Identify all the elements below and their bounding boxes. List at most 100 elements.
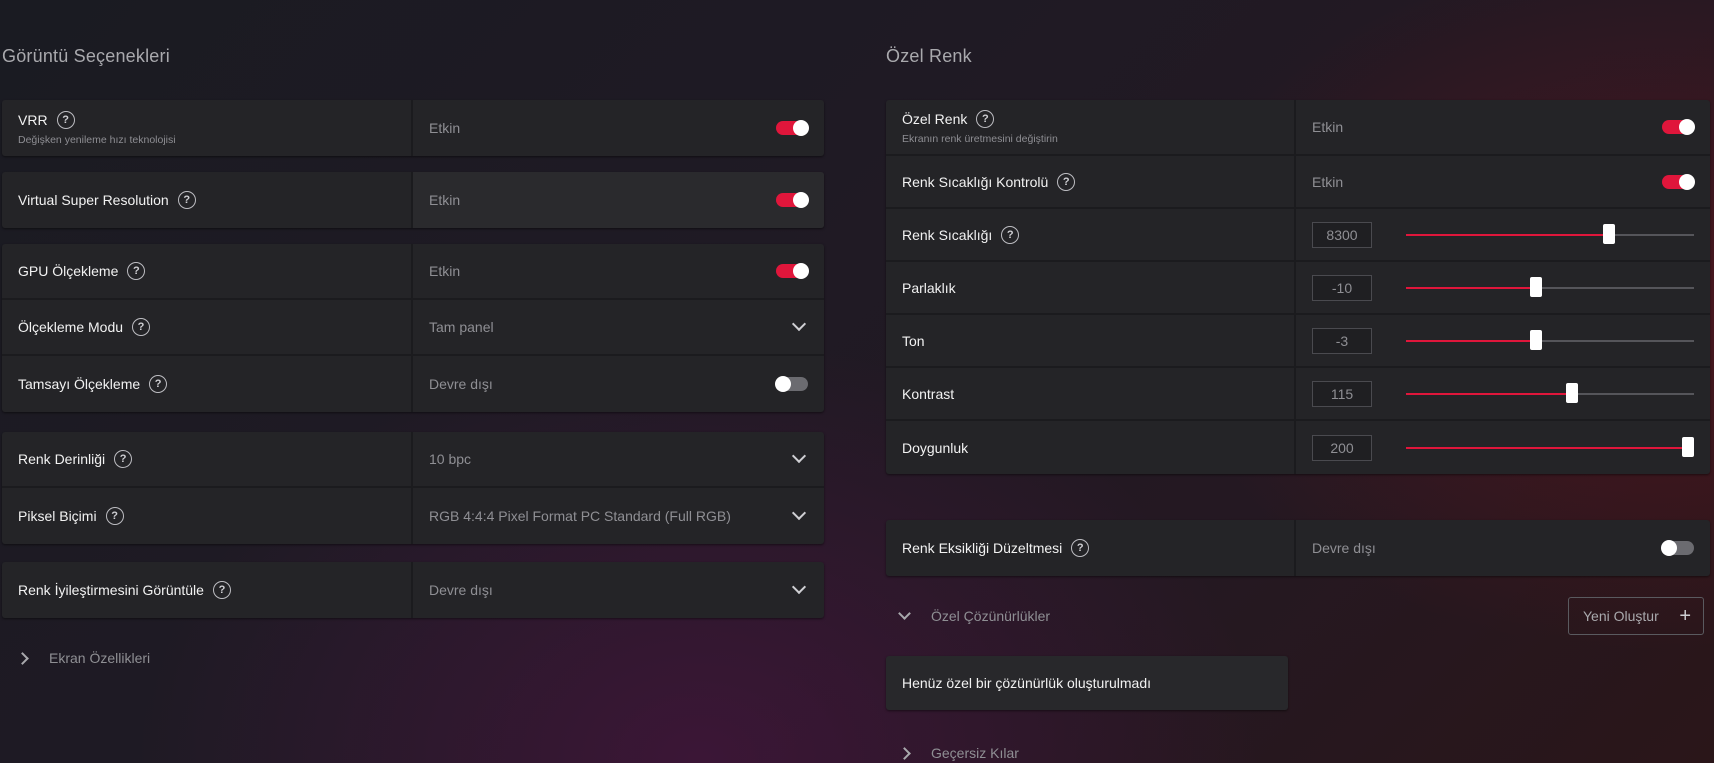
scaling-mode-value: Tam panel xyxy=(429,319,494,335)
saturation-input[interactable]: 200 xyxy=(1312,434,1372,461)
gpu-scaling-value: Etkin xyxy=(429,263,461,279)
empty-resolutions-message: Henüz özel bir çözünürlük oluşturulmadı xyxy=(886,656,1288,710)
hue-input[interactable]: -3 xyxy=(1312,327,1372,354)
color-enhance-label: Renk İyileştirmesini Görüntüle xyxy=(18,582,204,598)
create-new-label: Yeni Oluştur xyxy=(1583,608,1659,624)
saturation-label: Doygunluk xyxy=(902,439,969,456)
chevron-down-icon xyxy=(898,607,911,620)
color-enhance-dropdown[interactable]: Devre dışı xyxy=(413,562,824,618)
scaling-card: GPU Ölçekleme ? Etkin Ölçekleme Modu ? T… xyxy=(2,244,824,412)
color-temperature-input[interactable]: 8300 xyxy=(1312,221,1372,248)
vrr-row: VRR ? Değişken yenileme hızı teknolojisi… xyxy=(2,100,824,156)
hue-label: Ton xyxy=(902,332,925,349)
vsr-row: Virtual Super Resolution ? Etkin xyxy=(2,172,824,228)
gpu-scaling-toggle[interactable] xyxy=(776,263,809,279)
help-icon[interactable]: ? xyxy=(132,318,151,336)
scaling-mode-row[interactable]: Ölçekleme Modu ? Tam panel xyxy=(2,300,824,356)
help-icon[interactable]: ? xyxy=(976,109,995,128)
vsr-card: Virtual Super Resolution ? Etkin xyxy=(2,172,824,228)
gpu-scaling-label: GPU Ölçekleme xyxy=(18,263,119,279)
create-new-button[interactable]: Yeni Oluştur + xyxy=(1568,597,1704,635)
display-specs-label: Ekran Özellikleri xyxy=(49,650,151,666)
hue-slider[interactable] xyxy=(1406,329,1694,350)
help-icon[interactable]: ? xyxy=(114,450,133,468)
chevron-down-icon[interactable] xyxy=(791,316,807,332)
help-icon[interactable]: ? xyxy=(1001,225,1020,244)
brightness-input[interactable]: -10 xyxy=(1312,274,1372,301)
integer-scaling-value: Devre dışı xyxy=(429,376,493,392)
chevron-down-icon[interactable] xyxy=(791,505,807,521)
help-icon[interactable]: ? xyxy=(1057,172,1076,191)
vsr-value: Etkin xyxy=(429,192,461,208)
color-enhance-card: Renk İyileştirmesini Görüntüle ? Devre d… xyxy=(2,562,824,618)
color-depth-row[interactable]: Renk Derinliği ? 10 bpc xyxy=(2,432,824,488)
pixel-format-value: RGB 4:4:4 Pixel Format PC Standard (Full… xyxy=(429,508,731,524)
custom-color-row: Özel Renk ? Ekranın renk üretmesini deği… xyxy=(886,100,1710,156)
chevron-right-icon xyxy=(898,746,911,760)
help-icon[interactable]: ? xyxy=(177,191,196,209)
pixel-format-label: Piksel Biçimi xyxy=(18,508,97,524)
temp-control-row: Renk Sıcaklığı Kontrolü ? Etkin xyxy=(886,156,1710,209)
brightness-slider[interactable] xyxy=(1406,276,1694,297)
help-icon[interactable]: ? xyxy=(56,110,75,129)
color-depth-value: 10 bpc xyxy=(429,451,472,467)
vrr-toggle[interactable] xyxy=(776,120,809,136)
overrides-expander[interactable]: Geçersiz Kılar xyxy=(898,745,1019,761)
slider-thumb[interactable] xyxy=(1565,382,1578,403)
display-specs-expander[interactable]: Ekran Özellikleri xyxy=(16,650,151,666)
slider-thumb[interactable] xyxy=(1529,276,1542,297)
help-icon[interactable]: ? xyxy=(127,262,146,280)
slider-thumb[interactable] xyxy=(1603,223,1616,244)
saturation-slider[interactable] xyxy=(1406,436,1694,457)
custom-color-toggle[interactable] xyxy=(1662,119,1695,135)
pixel-format-row[interactable]: Piksel Biçimi ? RGB 4:4:4 Pixel Format P… xyxy=(2,488,824,544)
help-icon[interactable]: ? xyxy=(149,375,168,393)
integer-scaling-toggle[interactable] xyxy=(775,376,808,392)
vsr-label: Virtual Super Resolution xyxy=(18,192,169,208)
custom-resolutions-label: Özel Çözünürlükler xyxy=(931,608,1051,624)
custom-color-description: Ekranın renk üretmesini değiştirin xyxy=(902,132,1058,145)
scaling-mode-dropdown[interactable]: Tam panel xyxy=(413,300,824,354)
slider-row: Renk Sıcaklığı ? 8300 xyxy=(886,209,1710,262)
color-depth-dropdown[interactable]: 10 bpc xyxy=(413,432,824,486)
vrr-value: Etkin xyxy=(429,120,461,136)
help-icon[interactable]: ? xyxy=(1071,539,1090,557)
color-enhance-value: Devre dışı xyxy=(429,582,493,598)
help-icon[interactable]: ? xyxy=(212,581,231,599)
temp-control-toggle[interactable] xyxy=(1662,173,1695,190)
color-deficiency-row: Renk Eksikliği Düzeltmesi ? Devre dışı xyxy=(886,520,1710,576)
color-enhance-row[interactable]: Renk İyileştirmesini Görüntüle ? Devre d… xyxy=(2,562,824,618)
slider-row: Doygunluk 200 xyxy=(886,421,1710,474)
vrr-label: VRR xyxy=(18,111,48,128)
overrides-label: Geçersiz Kılar xyxy=(931,745,1019,761)
slider-row: Ton -3 xyxy=(886,315,1710,368)
color-deficiency-card: Renk Eksikliği Düzeltmesi ? Devre dışı xyxy=(886,520,1710,576)
plus-icon: + xyxy=(1679,605,1691,627)
custom-color-title: Özel Renk xyxy=(886,46,972,66)
integer-scaling-label: Tamsayı Ölçekleme xyxy=(18,376,141,392)
help-icon[interactable]: ? xyxy=(105,507,124,525)
slider-thumb[interactable] xyxy=(1529,329,1542,350)
display-options-title: Görüntü Seçenekleri xyxy=(2,46,170,66)
vrr-card: VRR ? Değişken yenileme hızı teknolojisi… xyxy=(2,100,824,156)
color-deficiency-label: Renk Eksikliği Düzeltmesi xyxy=(902,540,1063,556)
chevron-right-icon xyxy=(16,651,29,665)
contrast-label: Kontrast xyxy=(902,385,955,402)
color-depth-label: Renk Derinliği xyxy=(18,451,106,467)
color-temperature-slider[interactable] xyxy=(1406,223,1694,244)
vsr-toggle[interactable] xyxy=(776,192,809,208)
contrast-slider[interactable] xyxy=(1406,382,1694,403)
chevron-down-icon[interactable] xyxy=(791,448,807,464)
custom-resolutions-expander[interactable]: Özel Çözünürlükler xyxy=(898,607,1051,624)
color-depth-card: Renk Derinliği ? 10 bpc Piksel Biçimi ? … xyxy=(2,432,824,544)
custom-color-value: Etkin xyxy=(1312,119,1344,135)
chevron-down-icon[interactable] xyxy=(791,579,807,595)
vrr-description: Değişken yenileme hızı teknolojisi xyxy=(18,133,176,146)
slider-thumb[interactable] xyxy=(1682,436,1694,457)
slider-row: Kontrast 115 xyxy=(886,368,1710,421)
pixel-format-dropdown[interactable]: RGB 4:4:4 Pixel Format PC Standard (Full… xyxy=(413,488,824,544)
color-deficiency-toggle[interactable] xyxy=(1661,540,1694,556)
temp-control-value: Etkin xyxy=(1312,173,1344,190)
contrast-input[interactable]: 115 xyxy=(1312,380,1372,407)
brightness-label: Parlaklık xyxy=(902,279,956,296)
